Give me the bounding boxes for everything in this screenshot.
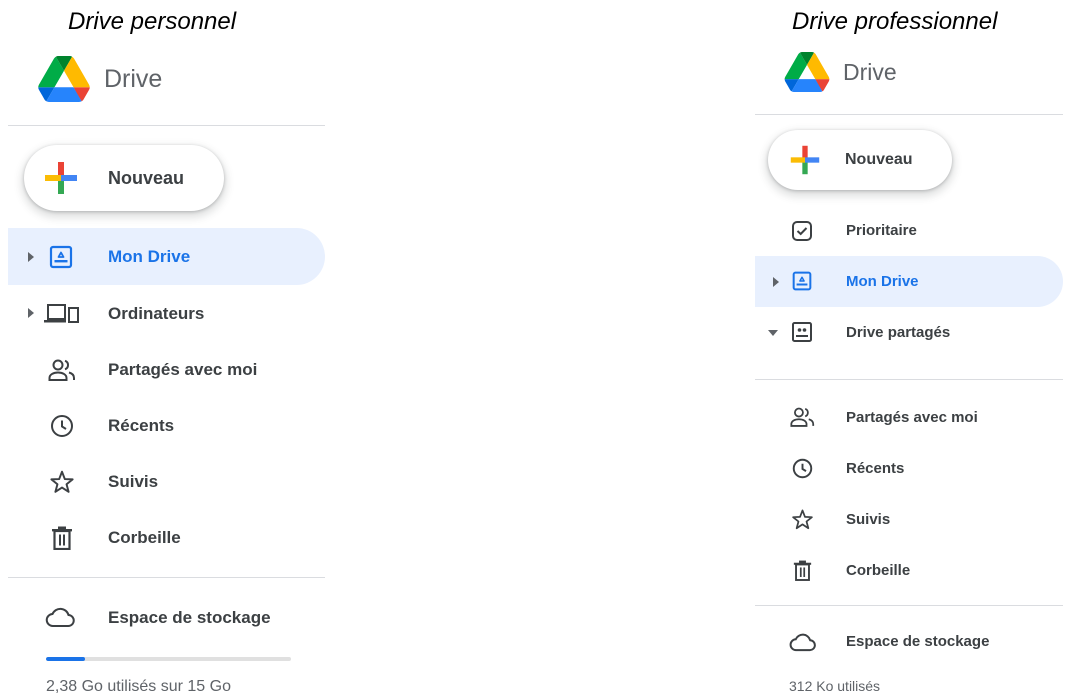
storage-label: Espace de stockage xyxy=(108,608,271,627)
clock-icon xyxy=(791,457,813,479)
storage-usage-text: 2,38 Go utilisés sur 15 Go xyxy=(46,678,231,695)
nav-item-computers[interactable]: Ordinateurs xyxy=(8,285,325,341)
nav-item-recent[interactable]: Récents xyxy=(8,397,325,453)
nav-item-label: Suivis xyxy=(108,472,159,491)
nav-item-recent[interactable]: Récents xyxy=(755,443,1063,494)
cloud-icon xyxy=(44,604,76,630)
expand-caret-icon[interactable] xyxy=(773,277,779,287)
nav-item-my-drive[interactable]: Mon Drive xyxy=(8,228,325,285)
nav-item-label: Mon Drive xyxy=(108,247,191,266)
nav-item-shared-with-me[interactable]: Partagés avec moi xyxy=(8,341,325,397)
nav-item-label: Suivis xyxy=(846,511,891,528)
star-icon xyxy=(790,507,814,531)
shared-icon xyxy=(789,405,815,429)
divider xyxy=(755,605,1063,606)
new-button[interactable]: Nouveau xyxy=(24,145,224,211)
nav-item-label: Mon Drive xyxy=(846,273,919,290)
nav-item-label: Récents xyxy=(108,416,175,435)
computers-icon xyxy=(44,301,80,327)
shared-drives-icon xyxy=(791,321,813,343)
nav-item-shared-with-me[interactable]: Partagés avec moi xyxy=(755,392,1063,443)
storage-usage-text: 312 Ko utilisés xyxy=(789,678,881,694)
new-button-label: Nouveau xyxy=(108,167,185,188)
divider xyxy=(755,114,1063,115)
nav-item-label: Corbeille xyxy=(108,528,181,547)
professional-drive-sidebar: Drive Nouveau Prioritaire Mon Drive Driv… xyxy=(745,0,1071,698)
shared-icon xyxy=(48,357,76,383)
nav-item-starred[interactable]: Suivis xyxy=(755,494,1063,545)
drive-logo[interactable]: Drive xyxy=(38,56,162,102)
nav-item-storage[interactable]: Espace de stockage xyxy=(8,590,325,644)
star-icon xyxy=(49,469,75,495)
nav-item-shared-drives[interactable]: Drive partagés xyxy=(755,307,1063,358)
nav-item-trash[interactable]: Corbeille xyxy=(8,509,325,565)
storage-progress-fill xyxy=(46,657,86,661)
nav-item-label: Partagés avec moi xyxy=(108,360,258,379)
drive-logo[interactable]: Drive xyxy=(783,52,897,92)
cloud-icon xyxy=(787,631,817,653)
storage-progress-bar xyxy=(46,657,291,661)
expand-caret-icon[interactable] xyxy=(28,308,34,318)
nav-item-storage[interactable]: Espace de stockage xyxy=(755,617,1063,667)
nav-item-label: Drive partagés xyxy=(846,324,951,341)
plus-icon xyxy=(45,162,77,194)
collapse-caret-icon[interactable] xyxy=(768,330,778,336)
personal-drive-sidebar: Drive Nouveau Mon Drive Ordinateurs Part… xyxy=(0,0,340,698)
drive-logo-icon xyxy=(784,52,830,92)
nav-item-label: Ordinateurs xyxy=(108,304,205,323)
nav-item-starred[interactable]: Suivis xyxy=(8,453,325,509)
nav-item-priority[interactable]: Prioritaire xyxy=(755,206,1063,256)
my-drive-icon xyxy=(791,270,813,292)
priority-icon xyxy=(791,220,813,242)
divider xyxy=(8,577,325,578)
trash-icon xyxy=(792,558,812,582)
logo-text: Drive xyxy=(843,58,897,85)
divider xyxy=(755,379,1063,380)
drive-logo-icon xyxy=(38,56,90,102)
clock-icon xyxy=(49,413,75,439)
nav-item-label: Corbeille xyxy=(846,562,911,579)
new-button-label: Nouveau xyxy=(845,151,913,168)
nav-item-label: Récents xyxy=(846,460,905,477)
nav-item-label: Partagés avec moi xyxy=(846,409,978,426)
nav-item-label: Prioritaire xyxy=(846,222,917,239)
plus-icon xyxy=(790,145,820,175)
new-button[interactable]: Nouveau xyxy=(768,130,952,190)
nav-item-trash[interactable]: Corbeille xyxy=(755,545,1063,596)
trash-icon xyxy=(50,525,74,551)
storage-label: Espace de stockage xyxy=(846,633,990,650)
my-drive-icon xyxy=(48,244,74,270)
divider xyxy=(8,125,325,126)
nav-item-my-drive[interactable]: Mon Drive xyxy=(755,256,1063,307)
logo-text: Drive xyxy=(104,64,163,93)
expand-caret-icon[interactable] xyxy=(28,252,34,262)
